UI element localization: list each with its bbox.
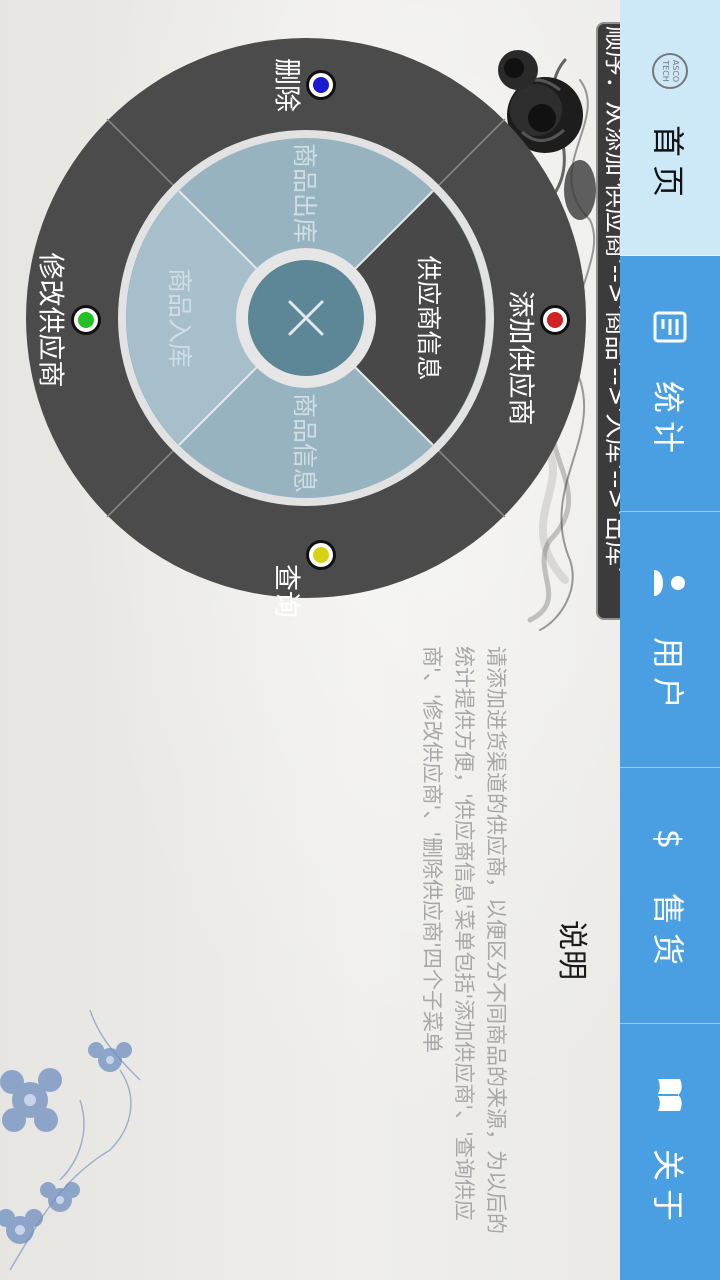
help-body: 请添加进货渠道的供应商，以便区分不同商品的来源，为以后的统计提供方便，'供应商信… xyxy=(412,646,512,1246)
modify-supplier-button[interactable]: 修改供应商 xyxy=(34,253,73,388)
svg-text:$: $ xyxy=(652,828,688,848)
nav-label-statistics: 统计 xyxy=(649,380,687,461)
nav-label-home: 首页 xyxy=(649,124,687,205)
nav-item-sales[interactable]: $ 售货 xyxy=(620,768,720,1024)
ascotech-logo-icon: ASCO TECH xyxy=(650,50,690,90)
query-button[interactable]: 查询 xyxy=(270,564,309,618)
svg-text:ASCO: ASCO xyxy=(671,59,680,81)
nav-item-statistics[interactable]: 统计 xyxy=(620,256,720,512)
modify-supplier-dot xyxy=(71,305,101,335)
user-icon xyxy=(650,562,690,602)
add-supplier-button[interactable]: 添加供应商 xyxy=(504,291,543,426)
goods-info-label[interactable]: 商品信息 xyxy=(288,393,324,493)
side-navigation: ASCO TECH 首页 统计 用户 $ 售货 关于 xyxy=(620,0,720,1280)
nav-item-about[interactable]: 关于 xyxy=(620,1024,720,1280)
nav-label-sales: 售货 xyxy=(649,892,687,973)
supplier-info-label[interactable]: 供应商信息 xyxy=(412,255,448,380)
nav-item-home[interactable]: ASCO TECH 首页 xyxy=(620,0,720,256)
delete-button[interactable]: 删除 xyxy=(270,58,309,112)
nav-label-about: 关于 xyxy=(649,1148,687,1229)
goods-in-label[interactable]: 商品入库 xyxy=(163,268,199,368)
dollar-icon: $ xyxy=(650,818,690,858)
flower-decoration xyxy=(0,1009,141,1271)
add-supplier-dot xyxy=(540,305,570,335)
radial-menu: 添加供应商 查询 修改供应商 删除 供应商信息 商品信息 商品入库 商品出库 xyxy=(26,38,586,618)
nav-label-users: 用户 xyxy=(649,636,687,717)
help-title: 说明 xyxy=(554,920,589,980)
help-body-text: 请添加进货渠道的供应商，以便区分不同商品的来源，为以后的统计提供方便，'供应商信… xyxy=(420,646,508,1234)
nav-item-users[interactable]: 用户 xyxy=(620,512,720,768)
document-list-icon xyxy=(650,306,690,346)
goods-out-label[interactable]: 商品出库 xyxy=(288,143,324,243)
delete-dot xyxy=(306,70,336,100)
svg-text:TECH: TECH xyxy=(661,59,670,82)
book-icon xyxy=(650,1075,690,1115)
radial-menu-graphic xyxy=(26,38,586,598)
query-dot xyxy=(306,540,336,570)
